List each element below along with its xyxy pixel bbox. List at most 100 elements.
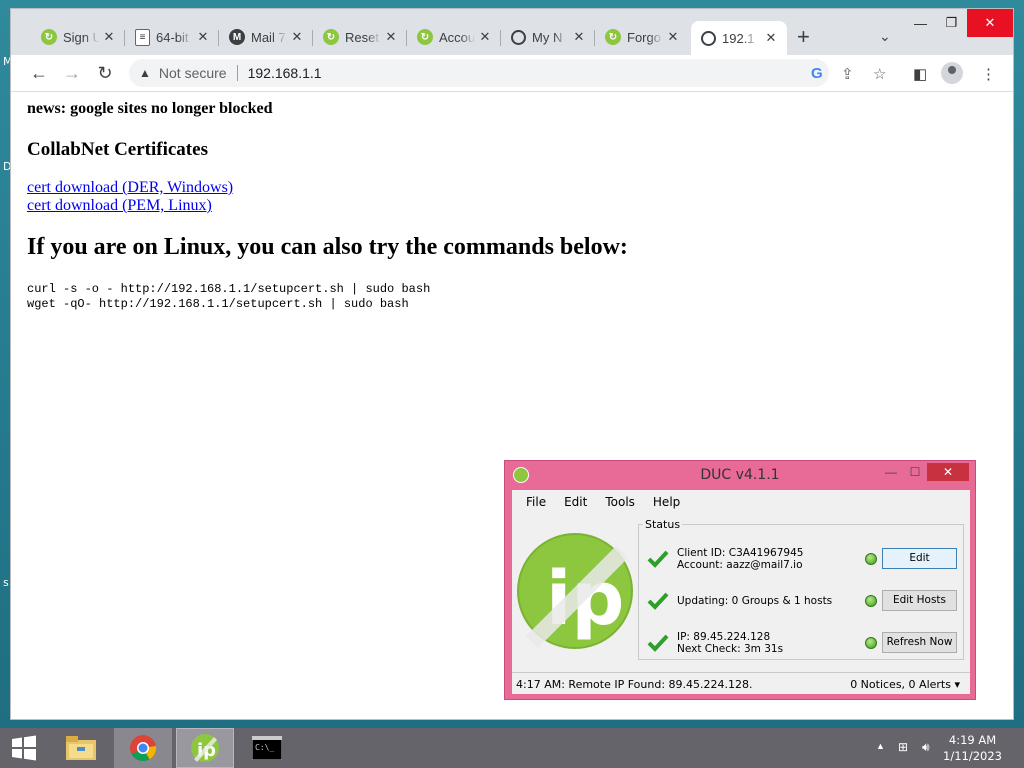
clock-time: 4:19 AM — [948, 733, 997, 747]
tab-title: 64-bit — [156, 29, 189, 45]
close-tab-icon[interactable]: ✕ — [101, 29, 117, 45]
duc-client-area: File Edit Tools Help ip Status Client ID… — [512, 490, 970, 694]
dropdown-arrow-icon: ▾ — [954, 677, 960, 691]
updating-text: Updating: 0 Groups & 1 hosts — [677, 595, 833, 607]
windows-logo-icon — [12, 735, 36, 761]
tab-mail7[interactable]: M Mail 7 ✕ — [219, 23, 313, 51]
maximize-icon[interactable]: ☐ — [901, 463, 929, 481]
tab-my-n[interactable]: My N ✕ — [501, 23, 595, 51]
news-line: news: google sites no longer blocked — [27, 100, 273, 117]
tab-title: Reset — [345, 29, 379, 45]
close-tab-icon[interactable]: ✕ — [665, 29, 681, 45]
tab-title: Accou — [439, 29, 475, 45]
cert-links: cert download (DER, Windows) cert downlo… — [27, 179, 233, 215]
curl-command: curl -s -o - http://192.168.1.1/setupcer… — [27, 282, 431, 296]
edit-button[interactable]: Edit — [882, 548, 957, 569]
green-check-icon — [647, 592, 669, 610]
volume-icon[interactable]: 🔊︎ — [922, 740, 930, 755]
forward-arrow-icon[interactable]: → — [60, 61, 84, 85]
close-window-icon[interactable]: ✕ — [927, 463, 969, 481]
linux-heading: If you are on Linux, you can also try th… — [27, 234, 628, 260]
close-tab-icon[interactable]: ✕ — [571, 29, 587, 45]
warning-triangle-icon[interactable]: ▲ — [139, 66, 151, 80]
browser-toolbar: ← → ↻ ▲ Not secure 192.168.1.1 G ⇪ ☆ ◧ ⋮ — [11, 55, 1013, 92]
globe-icon — [511, 29, 526, 45]
close-tab-icon[interactable]: ✕ — [289, 29, 305, 45]
tab-title: Forgo — [627, 29, 661, 45]
menu-edit[interactable]: Edit — [564, 495, 587, 509]
statusbar-message: 4:17 AM: Remote IP Found: 89.45.224.128. — [516, 677, 753, 691]
new-tab-button[interactable]: + — [797, 26, 810, 48]
tab-search-chevron-icon[interactable]: ⌄ — [879, 28, 891, 45]
menu-tools[interactable]: Tools — [605, 495, 635, 509]
tray-expand-icon[interactable]: ▲ — [876, 741, 885, 751]
kebab-menu-icon[interactable]: ⋮ — [981, 65, 996, 83]
reload-icon[interactable]: ↻ — [93, 61, 117, 85]
green-ip-icon: ↻ — [605, 29, 621, 45]
back-arrow-icon[interactable]: ← — [27, 61, 51, 85]
profile-avatar-icon[interactable] — [941, 62, 963, 84]
svg-text:C:\_: C:\_ — [255, 743, 274, 752]
cmd-icon[interactable]: C:\_ — [238, 728, 296, 768]
notices-dropdown[interactable]: 0 Notices, 0 Alerts ▾ — [850, 678, 960, 691]
green-check-icon — [647, 550, 669, 568]
document-icon: ≡ — [135, 28, 150, 46]
start-button[interactable] — [0, 728, 48, 768]
duc-window: DUC v4.1.1 — ☐ ✕ File Edit Tools Help ip… — [504, 460, 976, 700]
cert-pem-link[interactable]: cert download (PEM, Linux) — [27, 197, 233, 215]
url-text[interactable]: 192.168.1.1 — [248, 65, 322, 81]
share-icon[interactable]: ⇪ — [841, 65, 854, 83]
commands-block: curl -s -o - http://192.168.1.1/setupcer… — [27, 282, 430, 312]
next-check-text: Next Check: 3m 31s — [677, 643, 784, 655]
security-label[interactable]: Not secure — [159, 65, 227, 81]
tab-title: Mail 7 — [251, 29, 286, 45]
client-id-text: Client ID: C3A41967945 — [677, 547, 804, 559]
tab-64-bit[interactable]: ≡ 64-bit ✕ — [125, 23, 219, 51]
tab-title: 192.1 — [722, 30, 755, 46]
tab-title: My N — [532, 29, 563, 45]
status-ok-icon — [865, 637, 877, 649]
file-explorer-icon[interactable] — [52, 728, 110, 768]
duc-app-icon[interactable]: ip — [176, 728, 234, 768]
clock-date: 1/11/2023 — [943, 749, 1002, 763]
status-row-ip: IP: 89.45.224.128 Next Check: 3m 31s Ref… — [639, 623, 963, 663]
network-icon[interactable]: ⊞ — [898, 740, 908, 754]
address-bar[interactable]: ▲ Not secure 192.168.1.1 — [129, 59, 829, 87]
close-tab-icon[interactable]: ✕ — [763, 30, 779, 46]
duc-menubar: File Edit Tools Help — [512, 490, 970, 514]
close-tab-icon[interactable]: ✕ — [195, 29, 211, 45]
close-tab-icon[interactable]: ✕ — [383, 29, 399, 45]
close-tab-icon[interactable]: ✕ — [477, 29, 493, 45]
notices-text: 0 Notices, 0 Alerts — [850, 677, 951, 691]
status-row-client: Client ID: C3A41967945 Account: aazz@mai… — [639, 539, 963, 579]
google-translate-icon[interactable]: G — [811, 65, 823, 82]
bookmark-star-icon[interactable]: ☆ — [873, 65, 886, 83]
status-ok-icon — [865, 595, 877, 607]
taskbar: ip C:\_ ▲ ⊞ 🔊︎ 4:19 AM 1/11/2023 — [0, 728, 1024, 768]
edit-hosts-button[interactable]: Edit Hosts — [882, 590, 957, 611]
mail-m-icon: M — [229, 29, 245, 45]
close-window-icon[interactable]: ✕ — [967, 9, 1013, 37]
menu-help[interactable]: Help — [653, 495, 680, 509]
refresh-now-button[interactable]: Refresh Now — [882, 632, 957, 653]
side-panel-icon[interactable]: ◧ — [913, 65, 927, 83]
green-ip-icon: ↻ — [41, 29, 57, 45]
desktop-icon-label[interactable]: s — [3, 576, 9, 589]
chrome-icon[interactable] — [114, 728, 172, 768]
certificates-heading: CollabNet Certificates — [27, 139, 208, 160]
cert-der-link[interactable]: cert download (DER, Windows) — [27, 179, 233, 197]
taskbar-clock[interactable]: 4:19 AM 1/11/2023 — [943, 732, 1002, 764]
noip-logo-icon: ip — [517, 533, 633, 649]
menu-file[interactable]: File — [526, 495, 546, 509]
maximize-icon[interactable]: ❐ — [936, 9, 967, 37]
tab-reset[interactable]: ↻ Reset ✕ — [313, 23, 407, 51]
duc-titlebar[interactable]: DUC v4.1.1 — ☐ ✕ — [505, 461, 975, 489]
globe-icon — [701, 30, 716, 46]
tab-sign-up[interactable]: ↻ Sign U ✕ — [31, 23, 125, 51]
tab-account[interactable]: ↻ Accou ✕ — [407, 23, 501, 51]
status-row-updating: Updating: 0 Groups & 1 hosts Edit Hosts — [639, 581, 963, 621]
duc-statusbar: 4:17 AM: Remote IP Found: 89.45.224.128.… — [512, 672, 970, 695]
tab-forgot[interactable]: ↻ Forgo ✕ — [595, 23, 689, 51]
minimize-icon[interactable]: — — [905, 9, 936, 37]
tab-active-192[interactable]: 192.1 ✕ — [691, 21, 787, 55]
